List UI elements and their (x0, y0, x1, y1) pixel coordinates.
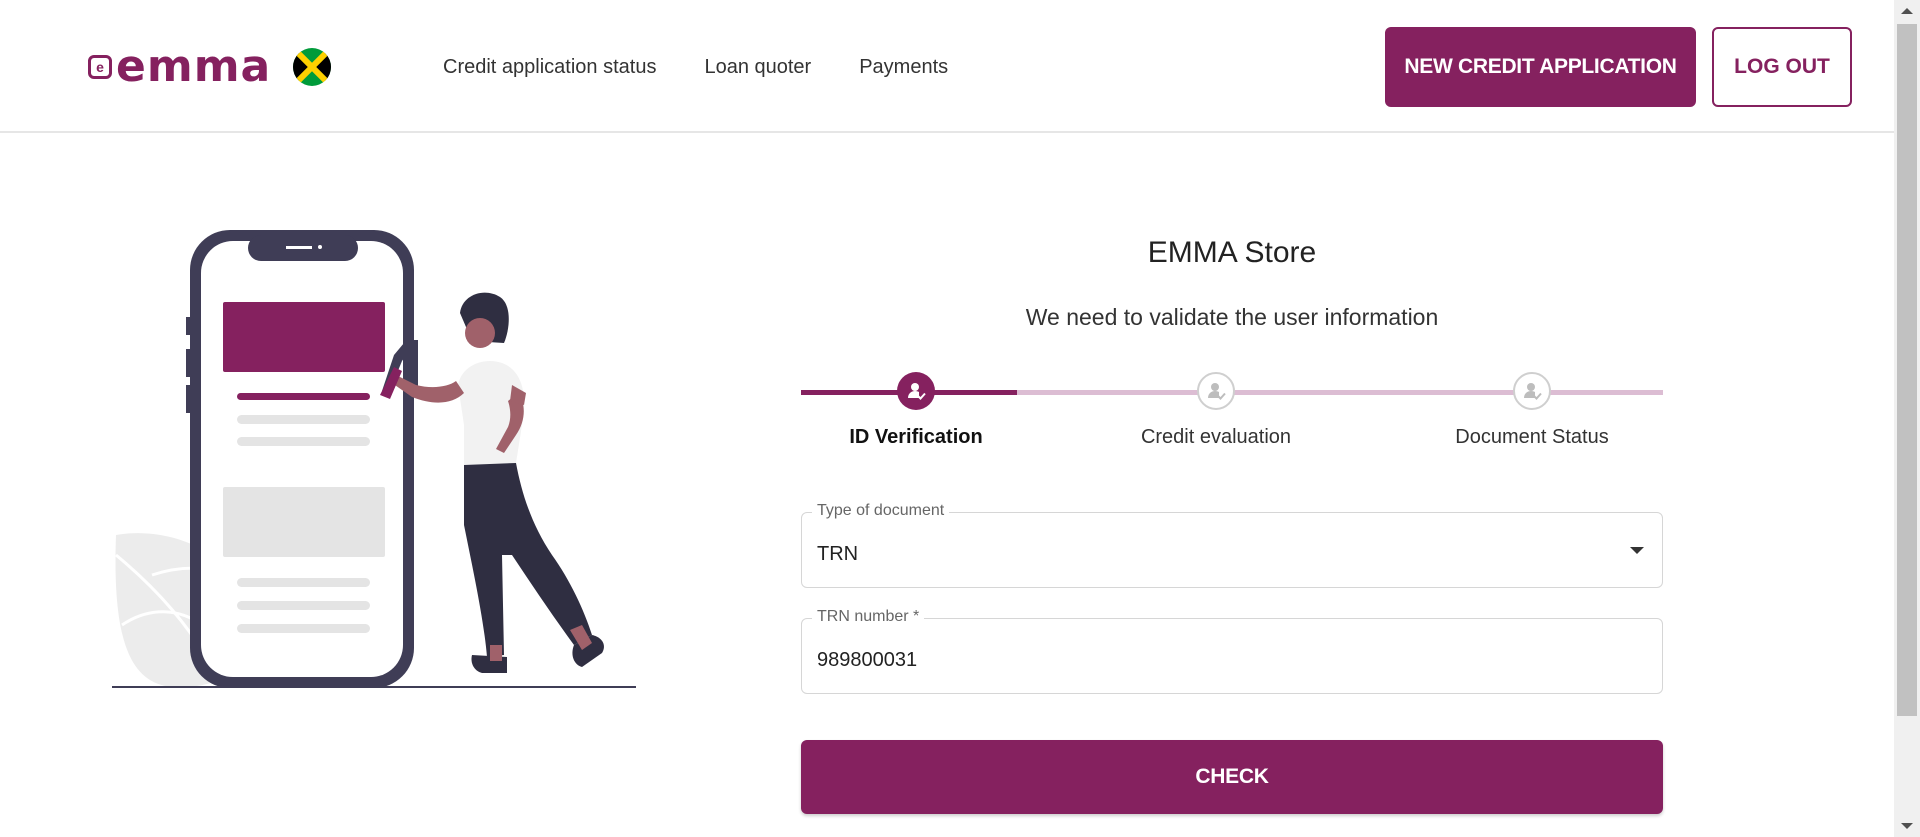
main-nav: Credit application status Loan quoter Pa… (443, 55, 948, 79)
step-3-user-check-icon (1513, 372, 1551, 410)
scroll-thumb[interactable] (1897, 24, 1917, 716)
new-credit-application-button[interactable]: NEW CREDIT APPLICATION (1385, 27, 1696, 107)
nav-loan-quoter[interactable]: Loan quoter (704, 55, 811, 79)
verification-stepper: ID Verification Credit evaluation Docume… (801, 372, 1663, 452)
logo-badge-icon: e (88, 55, 112, 79)
logout-button[interactable]: LOG OUT (1712, 27, 1852, 107)
step-2-user-check-icon (1197, 372, 1235, 410)
dropdown-caret-icon (1630, 547, 1644, 554)
scroll-up-arrow-icon[interactable] (1901, 8, 1913, 14)
jamaica-flag-icon (293, 48, 331, 86)
trn-number-label: TRN number * (812, 608, 925, 626)
step-label-document-status[interactable]: Document Status (1402, 426, 1662, 449)
step-label-id-verification[interactable]: ID Verification (786, 426, 1046, 449)
store-title: EMMA Store (1147, 236, 1317, 269)
document-type-label: Type of document (812, 502, 950, 520)
nav-credit-application-status[interactable]: Credit application status (443, 55, 656, 79)
check-button[interactable]: CHECK (801, 740, 1663, 814)
emma-logo[interactable]: e emma (88, 41, 272, 92)
page: e emma Credit application status Loan qu… (0, 0, 1894, 837)
logo-text: emma (116, 41, 272, 92)
vertical-scrollbar[interactable] (1894, 0, 1920, 837)
page-subtitle: We need to validate the user information (1025, 304, 1439, 330)
trn-number-value: 989800031 (817, 649, 918, 671)
step-1-user-check-icon (897, 372, 935, 410)
phone-illustration (112, 225, 642, 690)
top-bar: e emma Credit application status Loan qu… (0, 0, 1894, 133)
phone-graphic (186, 230, 418, 688)
trn-number-field[interactable]: TRN number * 989800031 (801, 608, 1663, 694)
scroll-down-arrow-icon[interactable] (1901, 823, 1913, 829)
document-type-select[interactable]: Type of document TRN (801, 502, 1663, 588)
nav-payments[interactable]: Payments (859, 55, 948, 79)
step-label-credit-evaluation[interactable]: Credit evaluation (1086, 426, 1346, 449)
document-type-value: TRN (817, 543, 859, 565)
